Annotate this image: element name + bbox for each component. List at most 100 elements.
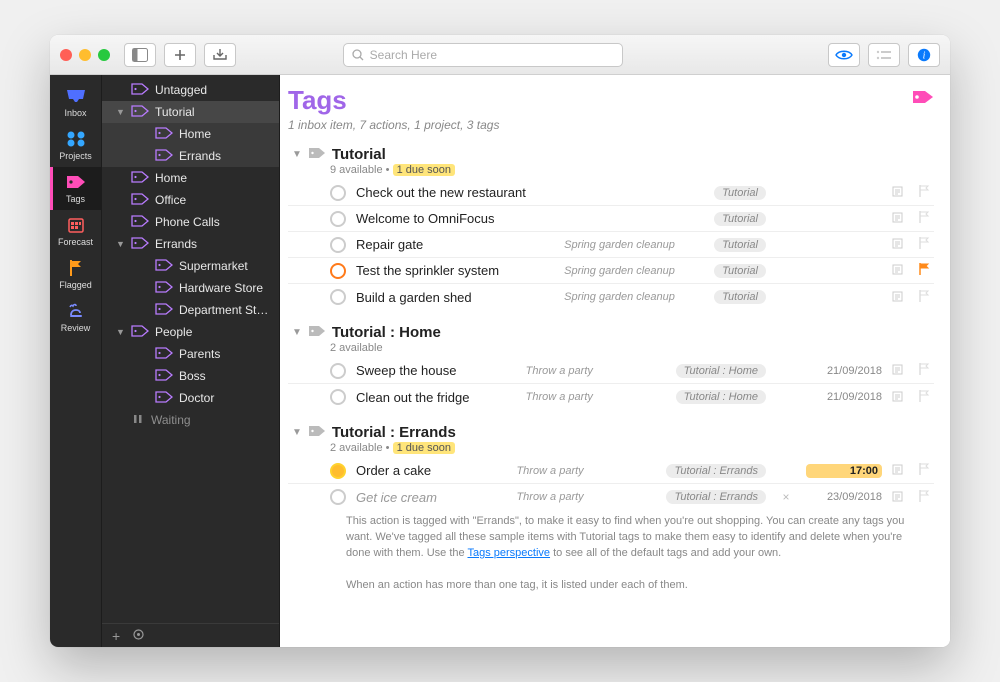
tag-tree[interactable]: Untagged▼TutorialHomeErrandsHomeOfficePh… bbox=[102, 75, 279, 623]
task-tag-pill[interactable]: Tutorial : Errands bbox=[666, 464, 766, 478]
task-project[interactable]: Throw a party bbox=[526, 365, 666, 377]
flag-icon[interactable] bbox=[918, 489, 934, 506]
note-icon[interactable] bbox=[892, 490, 908, 505]
task-row[interactable]: Sweep the house Throw a party Tutorial :… bbox=[288, 358, 934, 384]
task-checkbox[interactable] bbox=[330, 463, 346, 479]
task-title[interactable]: Repair gate bbox=[356, 237, 554, 252]
new-item-button[interactable] bbox=[164, 43, 196, 67]
sidebar-item[interactable]: ▼Errands bbox=[102, 233, 279, 255]
sidebar-item[interactable]: ▼People bbox=[102, 321, 279, 343]
flag-icon[interactable] bbox=[918, 184, 934, 201]
toggle-detail-button[interactable] bbox=[868, 43, 900, 67]
task-project[interactable]: Spring garden cleanup bbox=[564, 239, 704, 251]
sidebar-item[interactable]: Untagged bbox=[102, 79, 279, 101]
task-row[interactable]: Get ice cream Throw a party Tutorial : E… bbox=[288, 484, 934, 510]
disclosure-icon[interactable]: ▼ bbox=[292, 327, 302, 338]
sidebar-item[interactable]: Hardware Store bbox=[102, 277, 279, 299]
task-checkbox[interactable] bbox=[330, 489, 346, 505]
sidebar-item[interactable]: Boss bbox=[102, 365, 279, 387]
note-icon[interactable] bbox=[892, 463, 908, 478]
add-tag-button[interactable]: + bbox=[112, 628, 120, 644]
task-row[interactable]: Order a cake Throw a party Tutorial : Er… bbox=[288, 458, 934, 484]
task-title[interactable]: Sweep the house bbox=[356, 363, 516, 378]
flag-icon[interactable] bbox=[918, 362, 934, 379]
task-tag-pill[interactable]: Tutorial : Home bbox=[676, 364, 766, 378]
rail-projects[interactable]: Projects bbox=[50, 124, 102, 167]
task-checkbox[interactable] bbox=[330, 289, 346, 305]
sidebar-item[interactable]: Waiting bbox=[102, 409, 279, 431]
group-header[interactable]: ▼ Tutorial bbox=[288, 146, 934, 163]
group-header[interactable]: ▼ Tutorial : Errands bbox=[288, 424, 934, 441]
rail-inbox[interactable]: Inbox bbox=[50, 81, 102, 124]
task-tag-pill[interactable]: Tutorial bbox=[714, 212, 766, 226]
inspector-button[interactable]: i bbox=[908, 43, 940, 67]
flag-icon[interactable] bbox=[918, 210, 934, 227]
task-checkbox[interactable] bbox=[330, 211, 346, 227]
sidebar-item[interactable]: Errands bbox=[102, 145, 279, 167]
task-checkbox[interactable] bbox=[330, 363, 346, 379]
disclosure-icon[interactable]: ▼ bbox=[116, 107, 125, 117]
close-icon[interactable] bbox=[60, 49, 72, 61]
flag-icon[interactable] bbox=[918, 289, 934, 306]
task-row[interactable]: Clean out the fridge Throw a party Tutor… bbox=[288, 384, 934, 410]
group-header[interactable]: ▼ Tutorial : Home bbox=[288, 324, 934, 341]
sidebar-item[interactable]: Doctor bbox=[102, 387, 279, 409]
sidebar-gear-icon[interactable] bbox=[132, 628, 145, 644]
tags-perspective-link[interactable]: Tags perspective bbox=[467, 547, 550, 559]
search-input[interactable] bbox=[370, 48, 614, 62]
rail-forecast[interactable]: Forecast bbox=[50, 210, 102, 253]
view-options-button[interactable] bbox=[828, 43, 860, 67]
disclosure-icon[interactable]: ▼ bbox=[116, 239, 125, 249]
note-icon[interactable] bbox=[892, 263, 908, 278]
note-icon[interactable] bbox=[892, 237, 908, 252]
task-title[interactable]: Get ice cream bbox=[356, 490, 506, 505]
note-icon[interactable] bbox=[892, 211, 908, 226]
task-project[interactable]: Throw a party bbox=[516, 465, 656, 477]
task-tag-pill[interactable]: Tutorial bbox=[714, 290, 766, 304]
rail-tags[interactable]: Tags bbox=[50, 167, 102, 210]
task-row[interactable]: Build a garden shed Spring garden cleanu… bbox=[288, 284, 934, 310]
task-title[interactable]: Order a cake bbox=[356, 463, 506, 478]
search-field[interactable] bbox=[343, 43, 623, 67]
rail-review[interactable]: Review bbox=[50, 296, 102, 339]
main-content[interactable]: Tags 1 inbox item, 7 actions, 1 project,… bbox=[280, 75, 950, 647]
note-icon[interactable] bbox=[892, 290, 908, 305]
sidebar-item[interactable]: Parents bbox=[102, 343, 279, 365]
flag-icon[interactable] bbox=[918, 389, 934, 406]
disclosure-icon[interactable]: ▼ bbox=[116, 327, 125, 337]
minimize-icon[interactable] bbox=[79, 49, 91, 61]
zoom-icon[interactable] bbox=[98, 49, 110, 61]
task-extra-icon[interactable]: × bbox=[776, 490, 796, 504]
flag-icon[interactable] bbox=[918, 236, 934, 253]
sidebar-item[interactable]: Phone Calls bbox=[102, 211, 279, 233]
task-title[interactable]: Test the sprinkler system bbox=[356, 263, 554, 278]
task-tag-pill[interactable]: Tutorial : Errands bbox=[666, 490, 766, 504]
sidebar-item[interactable]: Supermarket bbox=[102, 255, 279, 277]
task-row[interactable]: Test the sprinkler system Spring garden … bbox=[288, 258, 934, 284]
task-tag-pill[interactable]: Tutorial bbox=[714, 264, 766, 278]
note-icon[interactable] bbox=[892, 363, 908, 378]
disclosure-icon[interactable]: ▼ bbox=[292, 427, 302, 438]
task-checkbox[interactable] bbox=[330, 237, 346, 253]
task-title[interactable]: Build a garden shed bbox=[356, 290, 554, 305]
note-icon[interactable] bbox=[892, 390, 908, 405]
note-icon[interactable] bbox=[892, 185, 908, 200]
task-title[interactable]: Check out the new restaurant bbox=[356, 185, 554, 200]
sidebar-item[interactable]: Home bbox=[102, 167, 279, 189]
task-row[interactable]: Repair gate Spring garden cleanup Tutori… bbox=[288, 232, 934, 258]
task-project[interactable]: Spring garden cleanup bbox=[564, 291, 704, 303]
task-row[interactable]: Welcome to OmniFocus Tutorial bbox=[288, 206, 934, 232]
task-row[interactable]: Check out the new restaurant Tutorial bbox=[288, 180, 934, 206]
sidebar-item[interactable]: Department Store bbox=[102, 299, 279, 321]
disclosure-icon[interactable]: ▼ bbox=[292, 149, 302, 160]
task-checkbox[interactable] bbox=[330, 185, 346, 201]
quick-entry-button[interactable] bbox=[204, 43, 236, 67]
toggle-sidebar-button[interactable] bbox=[124, 43, 156, 67]
sidebar-item[interactable]: ▼Tutorial bbox=[102, 101, 279, 123]
rail-flagged[interactable]: Flagged bbox=[50, 253, 102, 296]
task-tag-pill[interactable]: Tutorial : Home bbox=[676, 390, 766, 404]
task-project[interactable]: Throw a party bbox=[526, 391, 666, 403]
task-project[interactable]: Throw a party bbox=[516, 491, 656, 503]
task-title[interactable]: Welcome to OmniFocus bbox=[356, 211, 554, 226]
task-checkbox[interactable] bbox=[330, 263, 346, 279]
